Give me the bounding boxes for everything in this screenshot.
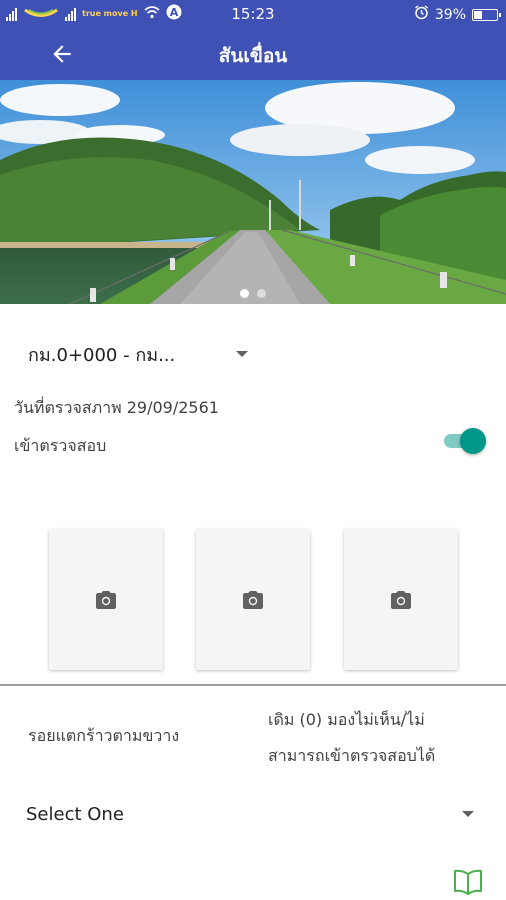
photo-slot-3[interactable] [344, 529, 458, 670]
guide-book-button[interactable] [452, 868, 486, 896]
dam-crest-photo [0, 80, 506, 304]
alarm-icon [414, 5, 429, 24]
inspect-toggle[interactable] [440, 428, 488, 454]
carousel-dot[interactable] [240, 289, 249, 298]
chevron-down-icon [462, 811, 474, 817]
defect-condition-dropdown[interactable]: Select One [26, 796, 474, 832]
defect-condition-value: Select One [26, 803, 124, 825]
previous-status-line2: สามารถเข้าตรวจสอบได้ [268, 746, 436, 765]
status-bar: true move H A 15:23 39% [0, 0, 506, 28]
carousel-dot[interactable] [257, 289, 266, 298]
defect-label: รอยแตกร้าวตามขวาง [28, 726, 180, 745]
carousel-indicator [0, 289, 506, 298]
section-divider [0, 684, 506, 686]
section-dropdown[interactable]: กม.0+000 - กม... [28, 338, 248, 370]
toggle-thumb [460, 428, 486, 454]
inspection-date: วันที่ตรวจสภาพ 29/09/2561 [14, 398, 219, 417]
photo-slot-1[interactable] [49, 529, 163, 670]
photo-slot-2[interactable] [196, 529, 310, 670]
camera-icon [391, 590, 411, 609]
previous-status: เดิม (0) มองไม่เห็น/ไม่ สามารถเข้าตรวจสอ… [268, 702, 494, 774]
section-dropdown-value: กม.0+000 - กม... [28, 344, 176, 366]
book-icon [454, 869, 482, 895]
previous-status-line1: เดิม (0) มองไม่เห็น/ไม่ [268, 710, 425, 729]
camera-icon [243, 590, 263, 609]
battery-percent: 39% [434, 6, 466, 23]
app-bar: สันเขื่อน [0, 28, 506, 80]
chevron-down-icon [236, 351, 248, 357]
page-title: สันเขื่อน [218, 45, 288, 67]
image-carousel[interactable] [0, 80, 506, 304]
inspect-label: เข้าตรวจสอบ [14, 436, 107, 455]
battery-icon [472, 8, 501, 21]
camera-icon [96, 590, 116, 609]
